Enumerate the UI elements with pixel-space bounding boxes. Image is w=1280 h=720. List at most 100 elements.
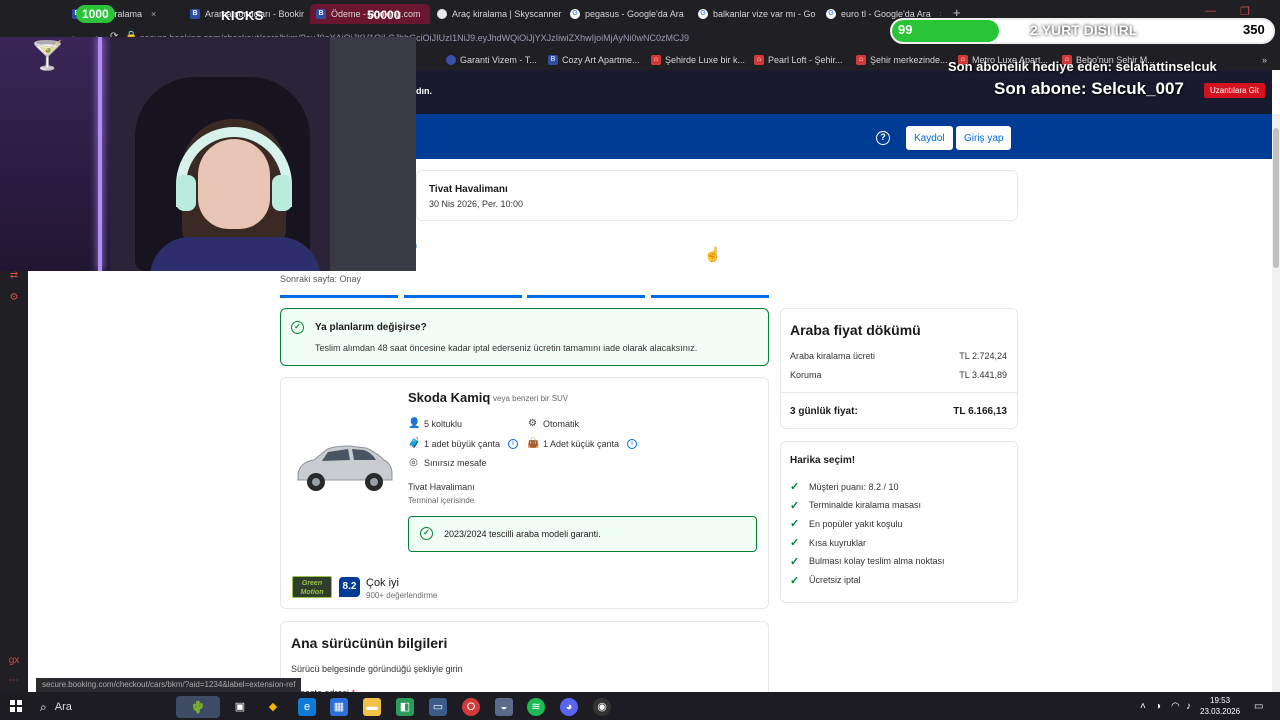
price-rental-row: Araba kiralama ücreti TL 2.724,24 <box>790 351 1007 361</box>
car-name: Skoda Kamiq <box>408 390 491 405</box>
task-view-icon[interactable]: ▣ <box>231 698 249 716</box>
price-protection-row: Koruma TL 3.441,89 <box>790 370 1007 380</box>
folder-icon[interactable]: ▬ <box>363 698 381 716</box>
price-protection-value: TL 3.441,89 <box>959 370 1007 380</box>
badge-check-icon: ✓ <box>420 527 433 540</box>
app-icon-2[interactable]: ◒ <box>495 698 513 716</box>
driver-section-title: Ana sürücünün bilgileri <box>291 635 448 651</box>
price-protection-label: Koruma <box>790 370 822 380</box>
kicks-goal: 50000 <box>367 8 401 22</box>
bookmark-item[interactable]: ⌂ Şehir merkezinde... <box>856 53 948 67</box>
notice-text: dın. <box>416 86 432 96</box>
sidebar-gx-icon[interactable]: gx <box>8 655 20 667</box>
great-choice-item: ✓ Kısa kuyruklar <box>790 536 866 549</box>
checkmark-icon: ✓ <box>790 481 800 493</box>
great-choice-item-label: Bulması kolay teslim alma noktası <box>809 556 945 567</box>
bookmark-item[interactable]: ⌂ Şehirde Luxe bir k... <box>651 53 745 67</box>
cancellation-text: Teslim alımdan 48 saat öncesine kadar ip… <box>315 343 698 353</box>
edge-icon[interactable]: e <box>298 698 316 716</box>
info-icon[interactable]: i <box>627 438 638 449</box>
price-total-value: TL 6.166,13 <box>953 406 1007 417</box>
feature-big-bag-label: 1 adet büyük çanta <box>424 438 501 449</box>
tab-favicon-icon: G <box>570 9 580 19</box>
tab-label: Araç kiralama | Skyscanner <box>452 9 562 19</box>
spotify-icon[interactable]: ≋ <box>527 698 545 716</box>
feature-small-bag-label: 1 Adet küçük çanta <box>543 438 620 449</box>
help-icon[interactable]: ? <box>876 131 890 145</box>
maximize-icon[interactable]: ❐ <box>1240 5 1250 18</box>
bookmark-favicon-icon: ⌂ <box>856 55 866 65</box>
bookmark-item[interactable]: Garanti Vizem - T... <box>446 53 537 67</box>
minimize-icon[interactable]: — <box>1205 5 1216 17</box>
car-location: Tivat Havalimanı <box>408 482 475 492</box>
checkmark-icon: ✓ <box>790 574 800 587</box>
progress-step-1 <box>280 295 398 298</box>
car-location-sub: Terminal içerisinde <box>408 496 475 505</box>
sidebar-more-icon[interactable]: ⋯ <box>8 675 20 687</box>
great-choice-item-label: Müşteri puanı: 8.2 / 10 <box>809 481 899 492</box>
store-icon[interactable]: ▦ <box>330 698 348 716</box>
small-bag-icon: 👜 <box>527 438 540 449</box>
volume-icon[interactable]: ♪ <box>1186 701 1191 712</box>
gift-sub-text: Son abonelik hediye eden: selahattinselc… <box>948 59 1217 74</box>
price-rental-value: TL 2.724,24 <box>959 351 1007 361</box>
car-similar-text: veya benzeri bir SUV <box>493 394 569 403</box>
bookmark-favicon-icon: ⌂ <box>651 55 661 65</box>
feature-big-bag: 🧳 1 adet büyük çanta i <box>408 438 519 449</box>
progress-step-3 <box>527 295 645 298</box>
bookmark-item[interactable]: ⌂ Pearl Loft - Şehir... <box>754 53 843 67</box>
great-choice-item: ✓ Ücretsiz iptal <box>790 574 861 587</box>
clock-time: 19:53 <box>1210 696 1231 705</box>
discord-icon[interactable]: ◕ <box>560 698 578 716</box>
bookmark-item[interactable]: B Cozy Art Apartme... <box>548 53 640 67</box>
browser-tab[interactable]: Araç kiralama | Skyscanner× <box>437 4 562 24</box>
register-button[interactable]: Kaydol <box>906 126 953 150</box>
monitor-icon[interactable]: ▭ <box>429 698 447 716</box>
progress-step-4 <box>651 295 769 298</box>
review-count: 900+ değerlendirme <box>366 591 438 600</box>
wifi-icon[interactable]: ◠ <box>1171 701 1180 712</box>
tab-favicon-icon <box>437 9 447 19</box>
suitcase-icon: 🧳 <box>408 438 421 449</box>
tab-favicon-icon: G <box>698 9 708 19</box>
feature-mileage: ◎ Sınırsız mesafe <box>408 457 487 468</box>
browser-tab[interactable]: Gbalkanlar vize var mı - Go× <box>698 4 818 24</box>
currency-button[interactable]: Uzantılara Git <box>1204 83 1265 98</box>
office-icon[interactable]: ◧ <box>396 698 414 716</box>
browser-tab[interactable]: Gpegasus - Google'da Ara× <box>570 4 692 24</box>
notification-icon[interactable]: ▭ <box>1254 701 1263 712</box>
info-icon[interactable]: i <box>508 438 519 449</box>
network-icon[interactable]: ◗ <box>1156 701 1162 712</box>
app-icon[interactable]: ◆ <box>264 698 282 716</box>
person-icon: 👤 <box>408 418 421 429</box>
cocktail-glass-icon: 🍸 <box>30 40 65 71</box>
gearshift-icon: ⚙ <box>528 418 537 429</box>
sidebar-settings-icon[interactable]: ⚙ <box>8 292 20 304</box>
taskbar-clock[interactable]: 19:53 23.03.2026 <box>1200 695 1240 717</box>
cancellation-title: Ya planlarım değişirse? <box>315 322 427 333</box>
tab-label: balkanlar vize var mı - Go <box>713 9 816 19</box>
price-total-label: 3 günlük fiyat: <box>790 406 858 417</box>
pickup-date: 30 Nis 2026, Per. 10:00 <box>429 199 524 209</box>
sidebar-share-icon[interactable]: ⇄ <box>8 270 20 282</box>
feature-transmission: ⚙ Otomatik <box>527 418 579 429</box>
mouse-cursor-icon: ☝ <box>704 246 722 262</box>
taskbar-search[interactable]: ⌕ Ara 🌵 <box>36 696 220 718</box>
great-choice-item-label: Ücretsiz iptal <box>809 575 861 585</box>
great-choice-item-label: Kısa kuyruklar <box>809 537 867 548</box>
feature-small-bag: 👜 1 Adet küçük çanta i <box>527 438 638 449</box>
start-button[interactable] <box>10 700 22 712</box>
opera-gx-icon[interactable]: O <box>462 698 480 716</box>
tray-chevron-icon[interactable]: ˄ <box>1140 701 1146 712</box>
obs-icon[interactable]: ◉ <box>593 698 611 716</box>
scrollbar-thumb[interactable] <box>1273 128 1279 268</box>
great-choice-item: ✓ En popüler yakıt koşulu <box>790 517 903 530</box>
model-guarantee-text: 2023/2024 tescilli araba modeli garanti. <box>444 529 601 539</box>
bookmarks-more-icon[interactable]: » <box>1262 53 1267 67</box>
great-choice-item: ✓ Bulması kolay teslim alma noktası <box>790 555 945 568</box>
feature-mileage-label: Sınırsız mesafe <box>424 457 487 468</box>
signin-button[interactable]: Giriş yap <box>956 126 1012 150</box>
bookmark-label: Pearl Loft - Şehir... <box>768 55 843 65</box>
price-total-row: 3 günlük fiyat: TL 6.166,13 <box>790 406 1007 417</box>
pickup-location: Tivat Havalimanı <box>429 184 508 195</box>
